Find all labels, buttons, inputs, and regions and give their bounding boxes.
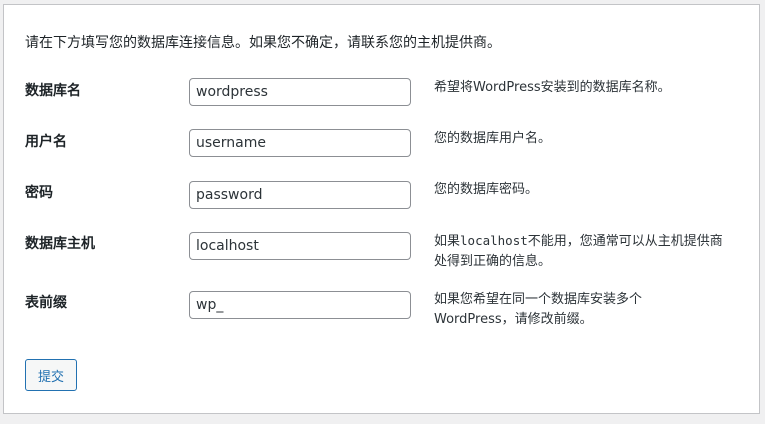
prefix-input[interactable] (189, 291, 411, 319)
dbhost-description-code: localhost (460, 233, 528, 248)
prefix-label: 表前缀 (25, 295, 67, 311)
dbhost-description: 如果localhost不能用，您通常可以从主机提供商处得到正确的信息。 (434, 231, 734, 272)
password-input[interactable] (189, 181, 411, 209)
dbname-label: 数据库名 (25, 83, 81, 99)
dbname-input[interactable] (189, 78, 411, 106)
username-description: 您的数据库用户名。 (434, 131, 552, 146)
password-description: 您的数据库密码。 (434, 182, 539, 197)
username-label: 用户名 (25, 134, 67, 150)
dbhost-input[interactable] (189, 232, 411, 260)
password-label: 密码 (25, 185, 53, 201)
dbname-description: 希望将WordPress安装到的数据库名称。 (434, 80, 671, 95)
intro-text: 请在下方填写您的数据库连接信息。如果您不确定，请联系您的主机提供商。 (25, 35, 501, 51)
username-input[interactable] (189, 129, 411, 157)
prefix-description: 如果您希望在同一个数据库安装多个WordPress，请修改前缀。 (434, 292, 643, 327)
submit-button[interactable]: 提交 (25, 359, 77, 391)
dbhost-label: 数据库主机 (25, 236, 95, 252)
dbhost-description-prefix: 如果 (434, 234, 461, 249)
setup-config-panel: 请在下方填写您的数据库连接信息。如果您不确定，请联系您的主机提供商。 数据库名 … (3, 4, 760, 414)
